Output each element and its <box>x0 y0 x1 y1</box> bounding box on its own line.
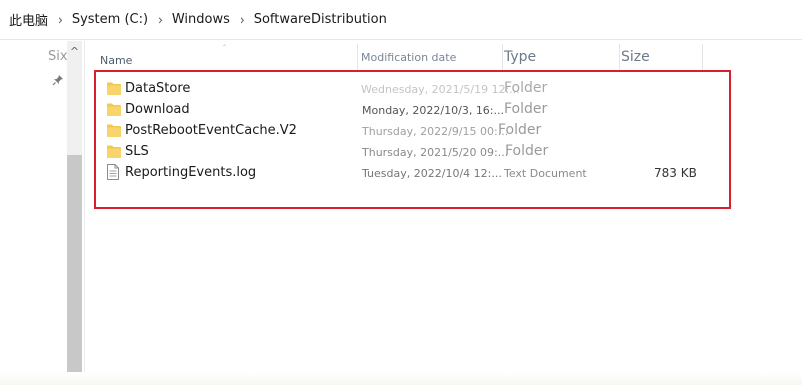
column-divider[interactable] <box>619 44 620 70</box>
column-divider[interactable] <box>502 44 503 70</box>
breadcrumb-separator-icon[interactable]: › <box>158 11 163 27</box>
scroll-up-arrow-icon[interactable]: ^ <box>67 44 82 60</box>
breadcrumb: 此电脑 › System (C:) › Windows › SoftwareDi… <box>0 0 802 40</box>
column-header-modified[interactable]: Modification date <box>361 42 456 72</box>
pane-divider[interactable] <box>84 41 85 385</box>
highlight-box <box>94 70 731 209</box>
column-header-type[interactable]: Type <box>504 42 536 72</box>
breadcrumb-item-softwaredistribution[interactable]: SoftwareDistribution <box>254 12 387 27</box>
column-divider[interactable] <box>357 44 358 70</box>
breadcrumb-separator-icon[interactable]: › <box>58 11 63 27</box>
breadcrumb-separator-icon[interactable]: › <box>240 11 245 27</box>
nav-item-label[interactable]: Six <box>48 49 68 64</box>
breadcrumb-item-windows[interactable]: Windows <box>172 12 230 27</box>
bottom-edge <box>0 372 802 385</box>
column-divider[interactable] <box>702 44 703 70</box>
sort-indicator-icon: ⌃ <box>222 44 228 51</box>
breadcrumb-item-system-c[interactable]: System (C:) <box>72 12 148 27</box>
breadcrumb-item-this-pc[interactable]: 此电脑 <box>9 10 48 29</box>
column-header-size[interactable]: Size <box>621 42 650 72</box>
pin-icon[interactable] <box>52 74 64 86</box>
nav-scrollbar-thumb[interactable] <box>67 155 82 385</box>
